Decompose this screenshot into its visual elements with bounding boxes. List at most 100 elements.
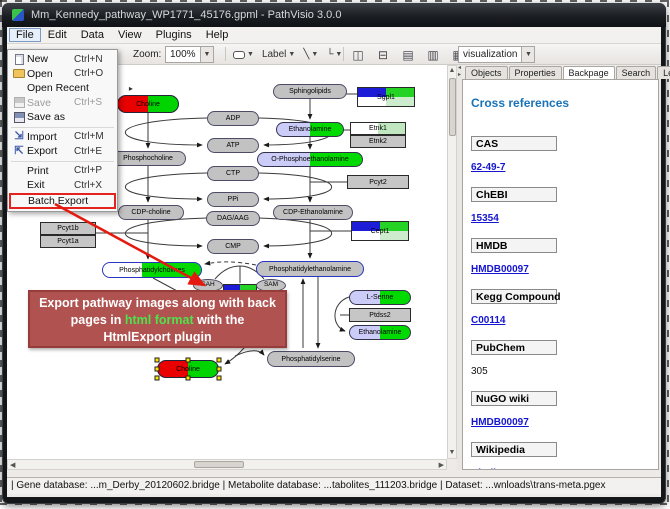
file-menu-item-batch-export[interactable]: Batch Export — [9, 193, 116, 209]
title-bar[interactable]: Mm_Kennedy_pathway_WP1771_45176.gpml - P… — [2, 3, 666, 27]
node-ptdss2[interactable]: Ptdss2 — [349, 308, 411, 322]
node-label: L-Serine — [367, 294, 393, 301]
node-cept1[interactable]: Cept1 — [351, 221, 409, 241]
node-ethanolamine-top[interactable]: Ethanolamine — [276, 122, 344, 137]
node-adp[interactable]: ADP — [207, 111, 259, 126]
file-menu-item-new[interactable]: NewCtrl+N — [8, 52, 117, 67]
node-sgpl1[interactable]: Sgpl1 — [357, 87, 415, 107]
vertical-scrollbar[interactable]: ▲ ▼ — [447, 65, 457, 459]
horizontal-scrollbar[interactable]: ◀ ▶ — [7, 459, 447, 470]
node-etnk1[interactable]: Etnk1 — [350, 122, 406, 135]
file-menu-item-exit[interactable]: ExitCtrl+X — [8, 178, 117, 193]
node-ppi[interactable]: PPi — [207, 192, 259, 207]
node-pcyt2[interactable]: Pcyt2 — [347, 175, 409, 189]
menubar-item-view[interactable]: View — [111, 28, 149, 42]
menu-item-label: Print — [27, 165, 74, 177]
menu-item-label: Exit — [27, 179, 74, 191]
tab-backpage[interactable]: Backpage — [563, 66, 615, 80]
tab-search[interactable]: Search — [616, 66, 657, 79]
node-phosphatidylserine[interactable]: Phosphatidylserine — [267, 351, 355, 367]
chevron-down-icon[interactable]: ▼ — [335, 51, 342, 58]
node-pcyt1b[interactable]: Pcyt1b — [40, 222, 96, 235]
node-o-phosphoethanolamine[interactable]: O-Phosphoethanolamine — [257, 152, 363, 167]
node-l-serine[interactable]: L-Serine — [349, 290, 411, 305]
node-phosphatidylethanolamine[interactable]: Phosphatidylethanolamine — [256, 261, 364, 277]
node-dag-aag[interactable]: DAG/AAG — [206, 211, 260, 226]
file-menu-item-print[interactable]: PrintCtrl+P — [8, 164, 117, 179]
backpage-panel: Cross references CAS62-49-7ChEBI15354HMD… — [462, 79, 659, 470]
label-tool-button[interactable]: Label▼ — [258, 46, 299, 63]
xref-link[interactable]: 62-49-7 — [471, 162, 505, 174]
xref-link[interactable]: C00114 — [471, 315, 505, 327]
selection-handle[interactable] — [217, 367, 222, 372]
scroll-down-icon[interactable]: ▼ — [449, 448, 456, 458]
align-center-x-icon[interactable]: ◫ — [348, 46, 368, 63]
xref-link[interactable]: Choline — [471, 468, 508, 470]
selection-handle[interactable] — [155, 376, 160, 381]
import-icon: ⇲ — [11, 131, 27, 142]
node-label: Cept1 — [371, 228, 390, 235]
align-center-y-icon[interactable]: ⊟ — [373, 46, 393, 63]
chevron-down-icon[interactable]: ▼ — [521, 47, 534, 62]
node-ethanolamine-bottom[interactable]: Ethanolamine — [349, 325, 411, 340]
horizontal-scroll-thumb[interactable] — [194, 461, 244, 468]
tab-legend[interactable]: Legend — [657, 66, 670, 79]
node-label: CDP-Ethanolamine — [283, 209, 343, 216]
node-label: CMP — [225, 243, 241, 250]
file-menu-item-export[interactable]: ⇱ExportCtrl+E — [8, 144, 117, 159]
toolbar-separator — [225, 47, 226, 61]
node-atp[interactable]: ATP — [207, 138, 259, 153]
file-menu-item-save[interactable]: SaveCtrl+S — [8, 96, 117, 111]
stack-vertical-icon[interactable]: ▤ — [398, 46, 418, 63]
menubar-item-help[interactable]: Help — [199, 28, 236, 42]
line-tool-button[interactable]: ╲▼ — [299, 46, 322, 63]
node-choline-selected[interactable]: Choline — [157, 360, 219, 378]
selection-handle[interactable] — [155, 367, 160, 372]
zoom-label: Zoom: — [133, 46, 161, 63]
node-choline-top[interactable]: Choline — [117, 95, 179, 113]
menu-item-label: Open — [27, 68, 74, 80]
node-ctp[interactable]: CTP — [207, 166, 259, 181]
selection-handle[interactable] — [155, 358, 160, 363]
visualization-combobox[interactable]: visualization ▼ — [458, 46, 535, 63]
xref-link[interactable]: HMDB00097 — [471, 264, 529, 276]
chevron-down-icon[interactable]: ▼ — [247, 51, 254, 58]
node-sphingolipids[interactable]: Sphingolipids — [273, 84, 347, 99]
node-phosphatidylcholines[interactable]: Phosphatidylcholines — [102, 262, 202, 278]
zoom-combobox[interactable]: 100% ▼ — [165, 46, 214, 63]
menubar-item-data[interactable]: Data — [74, 28, 111, 42]
scroll-left-icon[interactable]: ◀ — [10, 461, 15, 471]
menubar-item-plugins[interactable]: Plugins — [149, 28, 199, 42]
node-etnk2[interactable]: Etnk2 — [350, 135, 406, 148]
node-cmp[interactable]: CMP — [207, 239, 259, 254]
chevron-down-icon[interactable]: ▼ — [288, 51, 295, 58]
chevron-down-icon[interactable]: ▼ — [311, 51, 318, 58]
tab-objects[interactable]: Objects — [465, 66, 508, 79]
selection-handle[interactable] — [186, 376, 191, 381]
file-menu-item-import[interactable]: ⇲ImportCtrl+M — [8, 130, 117, 145]
scroll-right-icon[interactable]: ▶ — [439, 461, 444, 471]
stack-horizontal-icon[interactable]: ▥ — [423, 46, 443, 63]
scroll-up-icon[interactable]: ▲ — [449, 66, 456, 76]
node-cdp-choline[interactable]: CDP-choline — [118, 205, 184, 220]
xref-link[interactable]: HMDB00097 — [471, 417, 529, 429]
file-menu-item-save-as[interactable]: Save as — [8, 110, 117, 125]
file-menu-item-open[interactable]: OpenCtrl+O — [8, 67, 117, 82]
menubar-item-edit[interactable]: Edit — [41, 28, 74, 42]
selection-handle[interactable] — [217, 358, 222, 363]
node-pcyt1a[interactable]: Pcyt1a — [40, 235, 96, 248]
node-cdp-ethanolamine[interactable]: CDP-Ethanolamine — [273, 205, 353, 220]
chevron-down-icon[interactable]: ▼ — [200, 47, 213, 62]
selection-handle[interactable] — [186, 358, 191, 363]
vertical-scroll-thumb[interactable] — [449, 78, 456, 136]
node-phosphocholine[interactable]: Phosphocholine — [110, 151, 186, 166]
selection-handle[interactable] — [217, 376, 222, 381]
xref-link[interactable]: 15354 — [471, 213, 499, 225]
xref-source-header: HMDB — [471, 238, 557, 253]
xref-section-chebi: ChEBI15354 — [471, 187, 650, 226]
datanode-tool-button[interactable]: ▼ — [229, 46, 258, 63]
menubar-item-file[interactable]: File — [9, 28, 41, 42]
tab-properties[interactable]: Properties — [509, 66, 562, 79]
file-menu-item-open-recent[interactable]: Open Recent▸ — [8, 81, 117, 96]
file-menu-popup: NewCtrl+NOpenCtrl+OOpen Recent▸SaveCtrl+… — [7, 49, 118, 212]
